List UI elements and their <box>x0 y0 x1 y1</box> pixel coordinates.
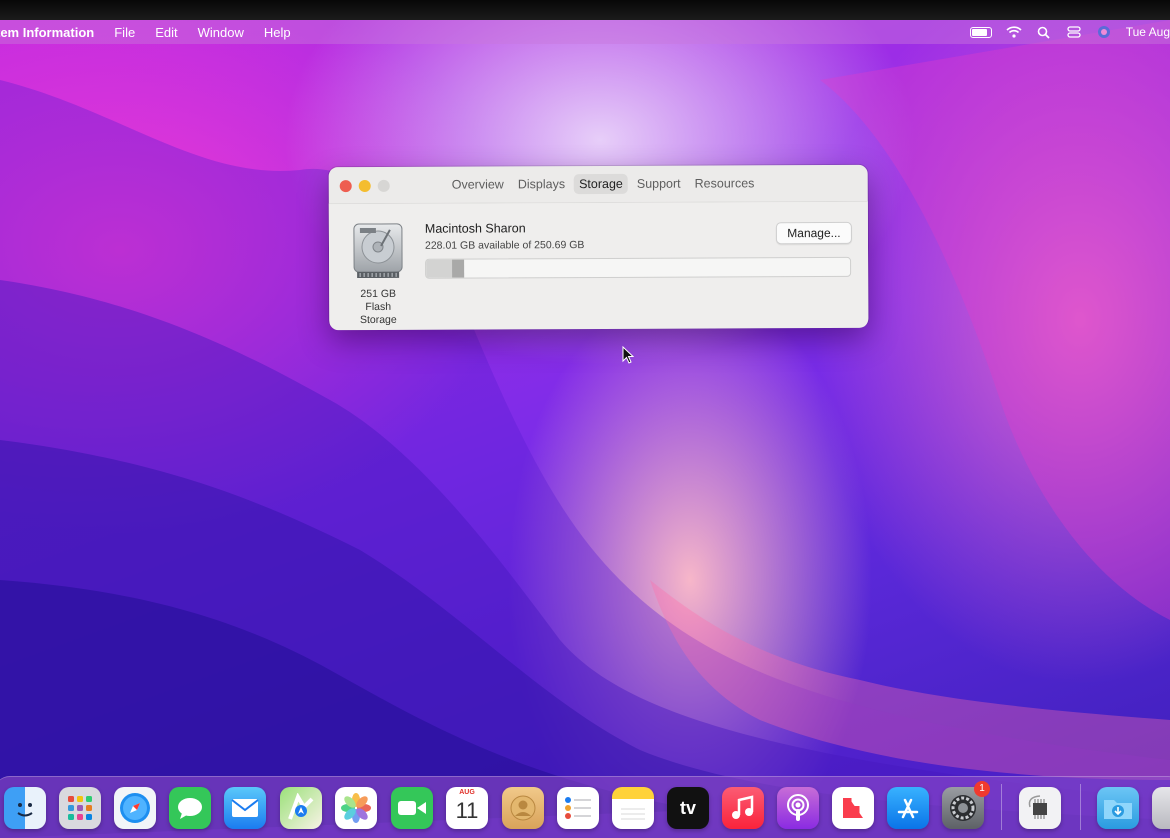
system-information-window: Overview Displays Storage Support Resour… <box>328 164 869 331</box>
menu-bar: tem Information File Edit Window Help Tu… <box>0 20 1170 44</box>
system-information-icon[interactable] <box>1019 787 1061 829</box>
screen-bezel <box>0 0 1170 20</box>
disk-type-label: Flash Storage <box>359 300 397 327</box>
menu-app-name[interactable]: tem Information <box>0 25 94 40</box>
menu-clock[interactable]: Tue Aug <box>1126 25 1170 39</box>
tab-overview[interactable]: Overview <box>447 174 509 194</box>
tab-resources[interactable]: Resources <box>690 173 760 193</box>
storage-panel: 251 GB Flash Storage Macintosh Sharon 22… <box>328 200 869 331</box>
trash-icon[interactable] <box>1152 787 1170 829</box>
menu-edit[interactable]: Edit <box>155 25 177 40</box>
news-icon[interactable] <box>832 787 874 829</box>
finder-icon[interactable] <box>4 787 46 829</box>
disk-capacity: 251 GB Flash Storage <box>347 288 409 327</box>
launchpad-icon[interactable] <box>59 787 101 829</box>
storage-system-segment <box>452 259 465 278</box>
maps-icon[interactable] <box>280 787 322 829</box>
downloads-folder-icon[interactable] <box>1097 787 1139 829</box>
control-center-icon[interactable] <box>1066 24 1082 40</box>
search-icon[interactable] <box>1036 24 1052 40</box>
disk-name: Macintosh Sharon <box>424 221 526 236</box>
notification-badge: 1 <box>974 781 990 797</box>
disk-availability: 228.01 GB available of 250.69 GB <box>424 239 585 252</box>
window-titlebar[interactable]: Overview Displays Storage Support Resour… <box>329 165 868 203</box>
siri-icon[interactable] <box>1096 24 1112 40</box>
mail-icon[interactable] <box>224 787 266 829</box>
tab-support[interactable]: Support <box>632 174 686 194</box>
menu-file[interactable]: File <box>114 25 135 40</box>
zoom-button[interactable] <box>377 179 390 192</box>
menu-window[interactable]: Window <box>198 25 244 40</box>
dock-separator <box>1001 784 1002 830</box>
app-store-icon[interactable] <box>887 787 929 829</box>
disk-capacity-label: 251 GB <box>360 287 397 301</box>
photos-icon[interactable] <box>335 787 377 829</box>
apple-tv-label: tv <box>679 797 696 818</box>
safari-icon[interactable] <box>114 787 156 829</box>
contacts-icon[interactable] <box>502 787 544 829</box>
podcasts-icon[interactable] <box>777 787 819 829</box>
reminders-icon[interactable] <box>557 787 599 829</box>
calendar-month: AUG <box>459 789 475 796</box>
facetime-icon[interactable] <box>391 787 433 829</box>
tab-storage[interactable]: Storage <box>574 173 628 195</box>
menu-help[interactable]: Help <box>264 25 291 40</box>
wifi-icon[interactable] <box>1006 24 1022 40</box>
tab-displays[interactable]: Displays <box>513 174 570 194</box>
desktop-wallpaper <box>0 20 1170 838</box>
minimize-button[interactable] <box>358 179 371 193</box>
system-preferences-icon[interactable]: 1 <box>942 781 990 829</box>
calendar-day: 11 <box>455 798 479 823</box>
notes-icon[interactable] <box>612 787 654 829</box>
dock-separator <box>1080 784 1081 830</box>
music-icon[interactable] <box>722 787 764 829</box>
messages-icon[interactable] <box>169 787 211 829</box>
manage-button[interactable]: Manage... <box>775 221 852 245</box>
close-button[interactable] <box>339 180 352 193</box>
tab-bar: Overview Displays Storage Support Resour… <box>447 173 764 195</box>
calendar-icon[interactable]: AUG 11 <box>446 787 488 829</box>
mouse-pointer-icon <box>622 345 635 369</box>
hard-drive-icon <box>351 222 405 280</box>
battery-icon[interactable] <box>969 26 992 38</box>
apple-tv-icon[interactable]: tv <box>667 787 709 829</box>
storage-usage-bar <box>425 256 852 279</box>
